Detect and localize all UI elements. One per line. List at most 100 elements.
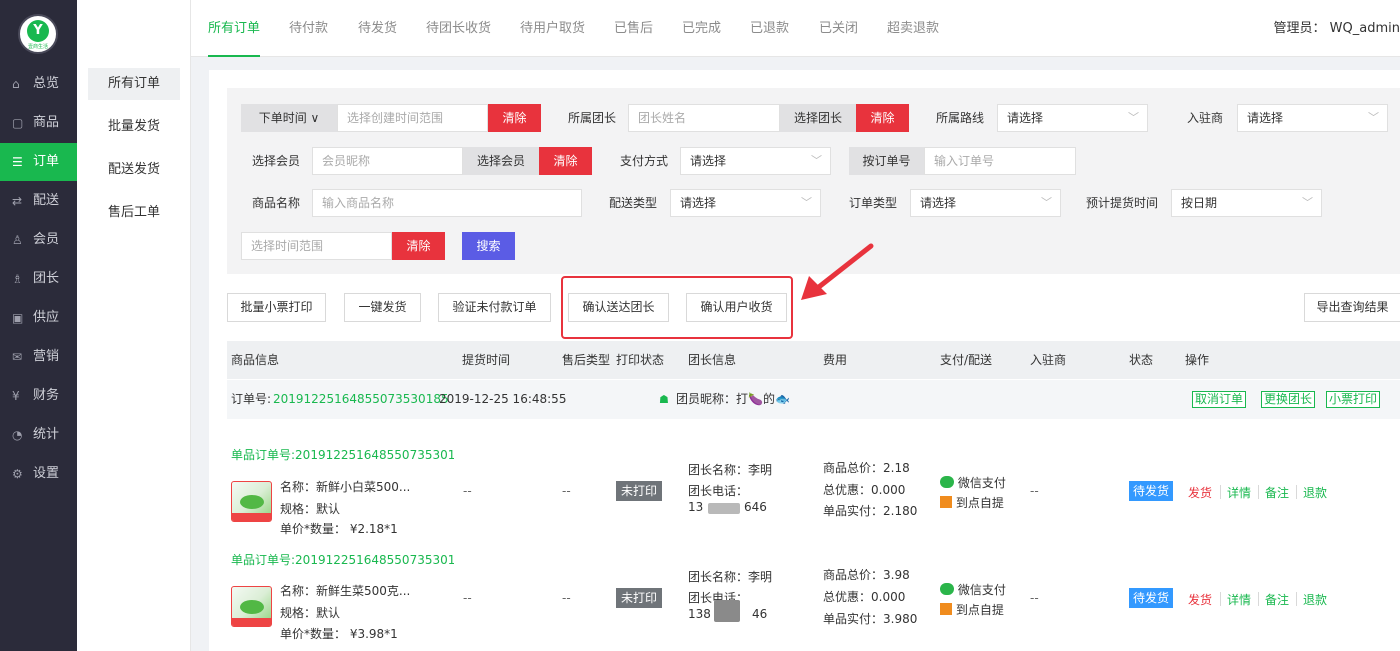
sidebar-item-label: 团长 xyxy=(33,271,60,286)
select-leader-button[interactable]: 选择团长 xyxy=(780,104,856,132)
submenu-all-orders[interactable]: 所有订单 xyxy=(88,68,180,100)
sidebar-item-finance[interactable]: ¥ 财务 xyxy=(0,377,77,415)
refund-link[interactable]: 退款 xyxy=(1303,484,1327,501)
sidebar-item-settings[interactable]: ⚙ 设置 xyxy=(0,455,77,493)
ship-link[interactable]: 发货 xyxy=(1188,484,1212,501)
detail-link[interactable]: 详情 xyxy=(1227,591,1251,608)
delivery-type-select[interactable]: 请选择 ﹀ xyxy=(670,189,821,217)
leader-phone-label: 团长电话： xyxy=(688,484,749,498)
sub-order-number[interactable]: 单品订单号:20191225164855073530185 xyxy=(231,446,454,463)
sidebar-item-label: 订单 xyxy=(33,154,60,169)
merchant-label: 入驻商 xyxy=(1187,111,1224,125)
cancel-order-button[interactable]: 取消订单 xyxy=(1192,391,1247,408)
verify-unpaid-button[interactable]: 验证未付款订单 xyxy=(438,293,551,322)
note-link[interactable]: 备注 xyxy=(1265,591,1289,608)
route-select[interactable]: 请选择 ﹀ xyxy=(997,104,1148,132)
home-icon: ⌂ xyxy=(12,77,20,91)
submenu-batch-ship[interactable]: 批量发货 xyxy=(88,111,180,143)
pickup-time-select[interactable]: 按日期 ﹀ xyxy=(1171,189,1322,217)
leader-phone-end: 46 xyxy=(752,607,768,621)
clear-range-button[interactable]: 清除 xyxy=(392,232,445,260)
batch-print-button[interactable]: 批量小票打印 xyxy=(227,293,326,322)
leader-label: 所属团长 xyxy=(568,111,617,125)
pickup-time-label: 预计提货时间 xyxy=(1086,196,1159,210)
sidebar-item-order[interactable]: ☰ 订单 xyxy=(0,143,77,181)
clear-leader-button[interactable]: 清除 xyxy=(856,104,909,132)
one-click-ship-button[interactable]: 一键发货 xyxy=(344,293,421,322)
export-results-button[interactable]: 导出查询结果 xyxy=(1304,293,1400,322)
route-label: 所属路线 xyxy=(936,111,985,125)
search-button[interactable]: 搜索 xyxy=(462,232,515,260)
create-time-range-input[interactable]: 选择创建时间范围 xyxy=(337,104,488,132)
order-number-input[interactable]: 输入订单号 xyxy=(924,147,1076,175)
admin-user[interactable]: 管理员： WQ_admin xyxy=(1274,0,1400,57)
tab-all-orders[interactable]: 所有订单 xyxy=(208,0,261,57)
select-member-button[interactable]: 选择会员 xyxy=(463,147,539,175)
order-number[interactable]: 20191225164855073530185 xyxy=(273,380,449,419)
package-icon xyxy=(940,603,952,615)
merchant-select[interactable]: 请选择 ﹀ xyxy=(1237,104,1388,132)
sidebar-item-leader[interactable]: ♗ 团长 xyxy=(0,260,77,298)
member-nick-input[interactable]: 会员昵称 xyxy=(312,147,463,175)
member-nickname: 团员昵称：打🍆的🐟 xyxy=(676,392,790,406)
col-product-info: 商品信息 xyxy=(231,353,280,367)
logo-text: 壹商生活 xyxy=(27,44,48,50)
order-type-select[interactable]: 请选择 ﹀ xyxy=(910,189,1061,217)
tab-pending-leader-receive[interactable]: 待团长收货 xyxy=(426,0,491,57)
tab-oversold-refund[interactable]: 超卖退款 xyxy=(887,0,939,57)
sidebar-item-label: 财务 xyxy=(33,388,60,403)
sidebar-item-stats[interactable]: ◔ 统计 xyxy=(0,416,77,454)
order-number-button[interactable]: 按订单号 xyxy=(849,147,924,175)
order-type-value: 请选择 xyxy=(920,196,957,210)
sidebar-item-delivery[interactable]: ⇄ 配送 xyxy=(0,182,77,220)
delivery-type-value: 请选择 xyxy=(680,196,717,210)
tab-pending-shipment[interactable]: 待发货 xyxy=(358,0,397,57)
wechat-pay-icon xyxy=(940,583,954,595)
submenu-after-sale[interactable]: 售后工单 xyxy=(88,197,180,229)
product-thumbnail[interactable] xyxy=(231,481,272,522)
product-thumbnail[interactable] xyxy=(231,586,272,627)
detail-link[interactable]: 详情 xyxy=(1227,484,1251,501)
delivery-method-label: 到点自提 xyxy=(955,496,1004,510)
tab-refunded[interactable]: 已退款 xyxy=(750,0,789,57)
sidebar-item-home[interactable]: ⌂ 总览 xyxy=(0,65,77,103)
product-name-input[interactable]: 输入商品名称 xyxy=(312,189,582,217)
sidebar-item-label: 商品 xyxy=(33,115,60,130)
item-paid: 单品实付：2.180 xyxy=(823,504,918,518)
payment-label: 支付方式 xyxy=(620,154,669,168)
time-type-select[interactable]: 下单时间 ∨ xyxy=(241,104,337,132)
leaf-shape xyxy=(240,600,264,614)
leader-name-input[interactable]: 团长姓名 xyxy=(628,104,780,132)
change-leader-button[interactable]: 更换团长 xyxy=(1261,391,1316,408)
ticket-print-button[interactable]: 小票打印 xyxy=(1326,391,1381,408)
sidebar-item-label: 统计 xyxy=(33,427,60,442)
sidebar-item-label: 营销 xyxy=(33,349,60,364)
refund-link[interactable]: 退款 xyxy=(1303,591,1327,608)
submenu-delivery-ship[interactable]: 配送发货 xyxy=(88,154,180,186)
clear-time-button[interactable]: 清除 xyxy=(488,104,541,132)
sidebar-item-member[interactable]: ♙ 会员 xyxy=(0,221,77,259)
tab-pending-payment[interactable]: 待付款 xyxy=(289,0,328,57)
tab-after-sale[interactable]: 已售后 xyxy=(614,0,653,57)
ship-link[interactable]: 发货 xyxy=(1188,591,1212,608)
sidebar-item-label: 会员 xyxy=(33,232,60,247)
payment-method: 微信支付 xyxy=(940,581,1006,598)
tab-completed[interactable]: 已完成 xyxy=(682,0,721,57)
leader-name: 团长名称：李明 xyxy=(688,463,773,477)
payment-select[interactable]: 请选择 ﹀ xyxy=(680,147,831,175)
chevron-down-icon: ﹀ xyxy=(1128,111,1139,124)
time-range-input[interactable]: 选择时间范围 xyxy=(241,232,392,260)
order-time: 2019-12-25 16:48:55 xyxy=(439,392,567,406)
sidebar-item-product[interactable]: ▢ 商品 xyxy=(0,104,77,142)
sidebar-item-supply[interactable]: ▣ 供应 xyxy=(0,299,77,337)
product-icon: ▢ xyxy=(12,116,24,130)
tab-closed[interactable]: 已关闭 xyxy=(819,0,858,57)
tab-pending-user-pickup[interactable]: 待用户取货 xyxy=(520,0,585,57)
clear-member-button[interactable]: 清除 xyxy=(539,147,592,175)
sub-order-number[interactable]: 单品订单号:20191225164855073530185 xyxy=(231,551,454,568)
print-status-badge: 未打印 xyxy=(616,588,663,608)
divider xyxy=(1220,592,1221,606)
brand-logo[interactable]: Y 壹商生活 xyxy=(18,14,58,54)
note-link[interactable]: 备注 xyxy=(1265,484,1289,501)
sidebar-item-marketing[interactable]: ✉ 营销 xyxy=(0,338,77,376)
